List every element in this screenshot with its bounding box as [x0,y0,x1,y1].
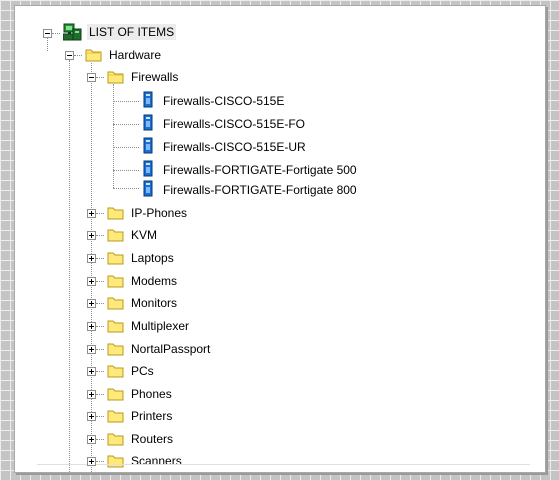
tree-connector [96,461,104,462]
tree-connector [113,147,139,148]
tree-connector [47,38,48,51]
tree-connector [96,77,104,78]
folder-label[interactable]: NortalPassport [131,341,210,357]
folder-label[interactable]: Monitors [131,295,177,311]
divider [37,464,530,465]
firewall-device-icon [142,160,154,177]
folder-icon [107,295,125,310]
folder-open-icon [85,47,103,62]
folder-label[interactable]: Laptops [131,250,174,266]
firewall-device-icon [142,180,154,197]
tree-connector [96,371,104,372]
firewall-item-label[interactable]: Firewalls-CISCO-515E [163,93,284,109]
folder-icon [107,273,125,288]
tree-connector [96,439,104,440]
folder-label[interactable]: Phones [131,386,172,402]
folder-icon [107,318,125,333]
tree-connector [113,101,139,102]
firewall-item-label[interactable]: Firewalls-FORTIGATE-Fortigate 800 [163,182,357,198]
firewalls-collapse-toggle[interactable] [87,73,96,82]
tree-connector [96,416,104,417]
folder-label[interactable]: Multiplexer [131,318,189,334]
folder-icon [107,227,125,242]
hardware-label[interactable]: Hardware [109,47,161,63]
expand-toggle[interactable] [87,299,96,308]
expand-toggle[interactable] [87,457,96,466]
expand-toggle[interactable] [87,209,96,218]
hardware-collapse-toggle[interactable] [65,51,74,60]
tree-connector [52,33,60,34]
folder-icon [107,250,125,265]
folder-label[interactable]: Printers [131,408,172,424]
expand-toggle[interactable] [87,277,96,286]
computer-network-icon [63,23,83,41]
tree-connector [113,124,139,125]
firewall-device-icon [142,137,154,154]
folder-icon [107,205,125,220]
root-label[interactable]: LIST OF ITEMS [87,24,177,40]
folder-icon [107,341,125,356]
folder-icon [107,408,125,423]
tree-connector [96,235,104,236]
tree-connector [96,349,104,350]
tree-connector [113,188,139,189]
expand-toggle[interactable] [87,345,96,354]
expand-toggle[interactable] [87,231,96,240]
expand-toggle[interactable] [87,435,96,444]
tree-connector [96,394,104,395]
folder-icon [107,431,125,446]
tree-panel: LIST OF ITEMS Hardware Firewalls Firewal… [14,5,546,473]
folder-label[interactable]: Routers [131,431,173,447]
root-collapse-toggle[interactable] [43,29,52,38]
folder-icon [107,363,125,378]
folder-label[interactable]: KVM [131,227,157,243]
tree-connector [96,303,104,304]
folder-icon [107,386,125,401]
tree-connector [96,281,104,282]
expand-toggle[interactable] [87,412,96,421]
tree-connector [91,63,92,472]
tree-connector [113,84,114,188]
firewall-item-label[interactable]: Firewalls-FORTIGATE-Fortigate 500 [163,162,357,178]
tree-connector [96,213,104,214]
expand-toggle[interactable] [87,390,96,399]
tree-connector [113,170,139,171]
tree-connector [69,60,70,472]
expand-toggle[interactable] [87,322,96,331]
folder-label[interactable]: Scanners [131,453,182,469]
tree-connector [96,258,104,259]
firewall-item-label[interactable]: Firewalls-CISCO-515E-FO [163,116,305,132]
tree-connector [96,326,104,327]
firewall-device-icon [142,114,154,131]
folder-icon [107,453,125,468]
firewalls-label[interactable]: Firewalls [131,69,178,85]
expand-toggle[interactable] [87,254,96,263]
firewall-item-label[interactable]: Firewalls-CISCO-515E-UR [163,139,306,155]
folder-open-icon [107,69,125,84]
folder-label[interactable]: Modems [131,273,177,289]
firewall-device-icon [142,91,154,108]
tree-connector [74,55,82,56]
expand-toggle[interactable] [87,367,96,376]
folder-label[interactable]: PCs [131,363,154,379]
folder-label[interactable]: IP-Phones [131,205,187,221]
